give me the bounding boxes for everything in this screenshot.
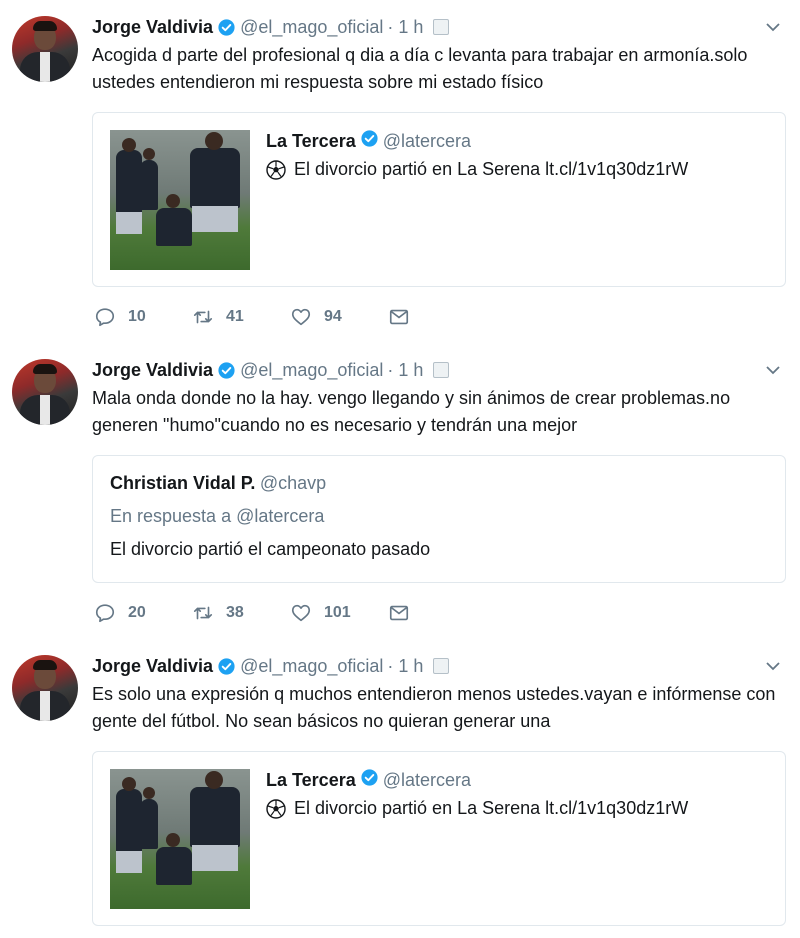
quoted-author-handle: @chavp [259, 473, 327, 493]
timestamp[interactable]: · 1 h [387, 360, 423, 381]
retweet-icon [193, 310, 213, 324]
quoted-tweet-text: El divorcio partió el campeonato pasado [110, 539, 431, 559]
soccer-ball-icon [266, 159, 286, 180]
heart-icon [291, 308, 311, 326]
quoted-tweet-author: Christian Vidal P. @chavp [110, 473, 326, 494]
quoted-author-name: Christian Vidal P. [110, 473, 256, 493]
reply-count: 20 [128, 604, 146, 621]
reply-button[interactable]: 10 [94, 306, 162, 328]
quoted-tweet-image [110, 130, 250, 270]
retweet-count: 41 [226, 308, 244, 325]
avatar[interactable] [12, 655, 78, 721]
verified-icon [361, 769, 378, 786]
tweet-text: Acogida d parte del profesional q dia a … [92, 45, 748, 92]
quoted-tweet-author: La Tercera @latercera [266, 769, 471, 791]
quoted-tweet-author: La Tercera @latercera [266, 130, 471, 152]
retweet-icon [193, 606, 213, 620]
reply-button[interactable]: 20 [94, 602, 162, 624]
translate-icon [433, 658, 450, 674]
direct-message-button[interactable] [388, 306, 410, 328]
tweet-actions: 20 38 101 [94, 601, 440, 625]
tweet-header: Jorge Valdivia @el_mago_oficial · 1 h [92, 358, 450, 382]
author-handle[interactable]: @el_mago_oficial [240, 360, 383, 381]
reply-context[interactable]: En respuesta a @latercera [110, 506, 324, 527]
avatar[interactable] [12, 16, 78, 82]
author-name[interactable]: Jorge Valdivia [92, 360, 213, 381]
chevron-down-icon[interactable] [764, 657, 782, 675]
quoted-tweet-card[interactable]: La Tercera @latercera El divorcio partió … [92, 751, 786, 926]
retweet-button[interactable]: 38 [192, 602, 260, 624]
quoted-tweet-card[interactable]: Christian Vidal P. @chavp En respuesta a… [92, 455, 786, 583]
verified-icon [218, 18, 235, 36]
translate-icon [433, 362, 450, 378]
direct-message-button[interactable] [388, 602, 410, 624]
retweet-count: 38 [226, 604, 244, 621]
quoted-author-handle: @latercera [382, 770, 472, 790]
reply-icon [95, 604, 115, 623]
quoted-tweet-image [110, 769, 250, 909]
author-name[interactable]: Jorge Valdivia [92, 656, 213, 677]
quoted-tweet-text: El divorcio partió en La Serena lt.cl/1v… [266, 798, 688, 819]
tweet-text: Es solo una expresión q muchos entendier… [92, 684, 776, 731]
like-button[interactable]: 101 [290, 602, 358, 624]
tweet-header: Jorge Valdivia @el_mago_oficial · 1 h [92, 654, 450, 678]
author-handle[interactable]: @el_mago_oficial [240, 656, 383, 677]
timestamp[interactable]: · 1 h [387, 17, 423, 38]
verified-icon [361, 130, 378, 147]
quoted-tweet-text: El divorcio partió en La Serena lt.cl/1v… [266, 159, 688, 180]
translate-icon [433, 19, 450, 35]
quoted-author-handle: @latercera [382, 131, 472, 151]
tweet-header: Jorge Valdivia @el_mago_oficial · 1 h [92, 15, 450, 39]
author-handle[interactable]: @el_mago_oficial [240, 17, 383, 38]
chevron-down-icon[interactable] [764, 18, 782, 36]
heart-icon [291, 604, 311, 622]
timestamp[interactable]: · 1 h [387, 656, 423, 677]
tweet[interactable]: Jorge Valdivia @el_mago_oficial · 1 h Ac… [0, 0, 800, 344]
tweet-actions: 10 41 94 [94, 305, 440, 329]
soccer-ball-icon [266, 798, 286, 819]
quoted-author-name: La Tercera [266, 770, 356, 790]
reply-icon [95, 308, 115, 327]
like-count: 101 [324, 604, 351, 621]
like-button[interactable]: 94 [290, 306, 358, 328]
author-name[interactable]: Jorge Valdivia [92, 17, 213, 38]
tweet[interactable]: Jorge Valdivia @el_mago_oficial · 1 h Es… [0, 639, 800, 938]
chevron-down-icon[interactable] [764, 361, 782, 379]
retweet-button[interactable]: 41 [192, 306, 260, 328]
tweet-text: Mala onda donde no la hay. vengo llegand… [92, 388, 731, 435]
avatar[interactable] [12, 359, 78, 425]
quoted-author-name: La Tercera [266, 131, 356, 151]
tweet[interactable]: Jorge Valdivia @el_mago_oficial · 1 h Ma… [0, 343, 800, 640]
like-count: 94 [324, 308, 342, 325]
quoted-tweet-card[interactable]: La Tercera @latercera El divorcio partió … [92, 112, 786, 287]
verified-icon [218, 361, 235, 379]
envelope-icon [389, 605, 409, 621]
reply-count: 10 [128, 308, 146, 325]
verified-icon [218, 657, 235, 675]
quoted-text-label: El divorcio partió en La Serena lt.cl/1v… [294, 798, 689, 818]
quoted-text-label: El divorcio partió en La Serena lt.cl/1v… [294, 159, 689, 179]
envelope-icon [389, 309, 409, 325]
